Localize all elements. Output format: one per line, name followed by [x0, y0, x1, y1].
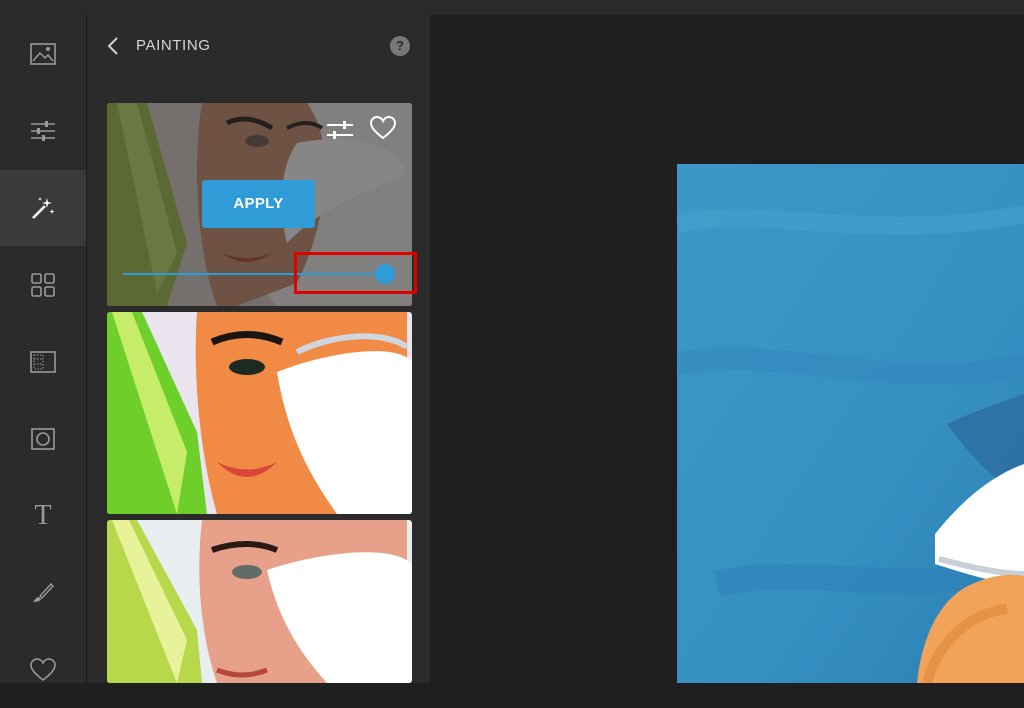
effects-panel: PAINTING ? APPLY	[87, 15, 430, 683]
rail-item-favorites[interactable]	[0, 632, 86, 708]
magic-wand-icon	[32, 197, 55, 219]
panel-title: PAINTING	[136, 37, 211, 54]
rail-item-image[interactable]	[0, 16, 86, 92]
highlight-annotation	[294, 252, 417, 294]
rail-item-collage[interactable]	[0, 247, 86, 323]
text-icon: T	[34, 500, 52, 531]
grid-icon	[31, 273, 55, 297]
heart-icon	[30, 658, 56, 682]
top-bar	[0, 0, 1024, 15]
thumbnail-image	[107, 520, 412, 683]
apply-button[interactable]: APPLY	[202, 180, 315, 228]
painted-photo	[677, 164, 1024, 683]
settings-button[interactable]	[325, 117, 355, 143]
brush-icon	[33, 582, 54, 602]
texture-icon	[30, 351, 56, 373]
rail-item-adjust[interactable]	[0, 93, 86, 169]
rail-item-text[interactable]: T	[0, 478, 86, 554]
frame-icon	[31, 428, 55, 450]
adjust-settings-icon	[327, 121, 353, 139]
sliders-icon	[31, 121, 55, 141]
rail-item-draw[interactable]	[0, 555, 86, 631]
canvas-image	[677, 164, 1024, 683]
panel-header: PAINTING ?	[87, 33, 430, 59]
filter-thumbnail[interactable]	[107, 520, 412, 683]
rail-item-frames[interactable]	[0, 401, 86, 477]
help-icon[interactable]: ?	[390, 36, 410, 56]
tool-rail: T	[0, 15, 87, 683]
filter-thumbnail[interactable]	[107, 312, 412, 514]
back-button[interactable]	[103, 36, 123, 56]
chevron-left-icon	[107, 37, 118, 55]
thumbnail-image	[107, 312, 412, 514]
favorite-button[interactable]	[369, 115, 399, 145]
heart-outline-icon	[369, 115, 397, 140]
rail-item-effects[interactable]	[0, 170, 86, 246]
image-icon	[30, 43, 56, 65]
canvas-area	[431, 15, 1024, 683]
rail-item-textures[interactable]	[0, 324, 86, 400]
